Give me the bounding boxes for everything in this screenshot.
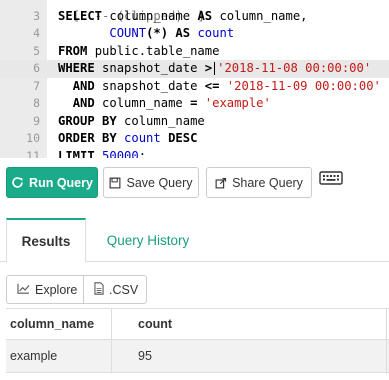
code-line[interactable]: 4 COUNT(*) AS count (0, 25, 389, 43)
code-token: WHERE (58, 61, 103, 75)
table-cell: example (6, 340, 112, 372)
code-token: DESC (168, 131, 198, 145)
file-icon (94, 281, 104, 298)
code-token: snapshot_date (102, 61, 205, 75)
line-number: 7 (33, 78, 40, 93)
code-token: AND (72, 78, 103, 93)
line-number: 8 (33, 96, 40, 110)
code-text: ORDER BY count DESC (58, 130, 197, 148)
line-number: 3 (33, 8, 40, 23)
code-line[interactable]: 3 SELECT column_name AS column_name, (0, 8, 389, 26)
code-text: LIMIT 50000; (58, 148, 146, 159)
result-tabs: Results Query History (0, 218, 389, 263)
code-token: snapshot_date (102, 78, 205, 93)
save-query-label: Save Query (126, 175, 193, 190)
code-token: column_name (124, 113, 205, 128)
code-token: 50000 (102, 148, 139, 159)
save-icon (109, 177, 121, 189)
table-header-row: column_name count (6, 308, 389, 340)
code-token: count (124, 131, 169, 145)
code-token: = (190, 96, 205, 110)
line-number: 11 (26, 148, 40, 159)
tab-results[interactable]: Results (6, 218, 86, 263)
code-token: (*) AS (146, 26, 198, 40)
column-header-count[interactable]: count (112, 309, 389, 339)
run-query-button[interactable]: Run Query (6, 167, 98, 198)
tab-query-history[interactable]: Query History (92, 218, 204, 262)
code-token: '2018-11-09 00:00:00' (226, 78, 381, 93)
line-number: 5 (33, 43, 40, 58)
share-query-button[interactable]: Share Query (206, 167, 312, 198)
line-number: 4 (33, 26, 40, 40)
line-number: 6 (33, 61, 40, 75)
code-token: column_name (109, 8, 198, 23)
code-token: FROM (58, 43, 95, 58)
partial-line: [ -- (clipped) ] (58, 8, 205, 23)
code-token: LIMIT (58, 148, 103, 159)
code-token: > (204, 61, 213, 75)
code-token: ORDER BY (58, 131, 125, 145)
code-line[interactable]: 7 AND snapshot_date <= '2018-11-09 00:00… (0, 78, 389, 96)
explore-label: Explore (35, 282, 78, 297)
line-number: 9 (33, 113, 40, 128)
code-line[interactable]: 9 GROUP BY column_name (0, 113, 389, 131)
code-text: WHERE snapshot_date > '2018-11-08 00:00:0… (58, 60, 371, 78)
code-token: column_name (102, 96, 191, 110)
code-line[interactable]: 10 ORDER BY count DESC (0, 130, 389, 148)
results-table: column_name count example 95 (6, 308, 389, 373)
code-token: '2018-11-08 00:00:00' (217, 61, 372, 75)
keyboard-icon[interactable] (319, 170, 343, 191)
code-token: SELECT (58, 8, 110, 23)
share-query-label: Share Query (232, 175, 303, 190)
code-token: COUNT (109, 26, 147, 40)
chart-icon (17, 283, 30, 297)
code-line[interactable]: 5 FROM public.table_name (0, 43, 389, 61)
code-token: public.table_name (94, 43, 220, 58)
code-text: AND column_name = 'example' (58, 95, 271, 113)
code-text: SELECT column_name AS column_name, (58, 8, 308, 26)
text-cursor (214, 62, 216, 75)
sql-editor[interactable]: [ -- (clipped) ] 3 SELECT column_name AS … (0, 0, 389, 158)
refresh-icon (11, 176, 24, 189)
code-token: <= (204, 78, 227, 93)
run-query-label: Run Query (29, 175, 93, 190)
code-token: column_name, (219, 8, 308, 23)
code-text: GROUP BY column_name (58, 113, 205, 131)
save-query-button[interactable]: Save Query (103, 167, 199, 198)
code-token: count (197, 26, 235, 40)
code-token: AND (72, 96, 103, 110)
code-token: 'example' (204, 96, 271, 110)
column-header-column-name[interactable]: column_name (6, 309, 112, 339)
code-token: GROUP BY (58, 113, 125, 128)
table-row: example 95 (6, 340, 389, 373)
code-text: COUNT(*) AS count (58, 25, 234, 43)
code-line[interactable]: 8 AND column_name = 'example' (0, 95, 389, 113)
explore-button[interactable]: Explore (6, 275, 84, 304)
csv-download-button[interactable]: .CSV (83, 275, 147, 304)
line-number: 10 (26, 131, 40, 145)
code-token: AS (197, 8, 220, 23)
share-icon (215, 177, 227, 189)
code-text: AND snapshot_date <= '2018-11-09 00:00:0… (58, 78, 381, 96)
code-line[interactable]: 11 LIMIT 50000; (0, 148, 389, 159)
code-text: FROM public.table_name (58, 43, 219, 61)
table-cell: 95 (138, 349, 152, 363)
code-line[interactable]: 6 WHERE snapshot_date > '2018-11-08 00:00:… (0, 60, 389, 78)
csv-label: .CSV (109, 282, 139, 297)
code-token: ; (138, 148, 147, 159)
